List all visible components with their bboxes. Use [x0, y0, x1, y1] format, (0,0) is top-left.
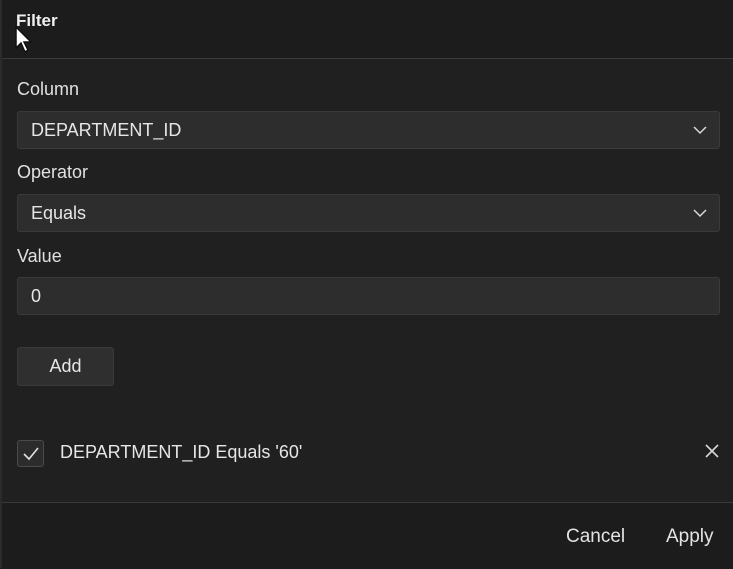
- filter-checkbox[interactable]: [17, 440, 44, 467]
- cursor-icon: [15, 26, 33, 54]
- check-icon: [23, 447, 39, 461]
- operator-select[interactable]: Equals: [17, 194, 720, 232]
- apply-button[interactable]: Apply: [666, 526, 714, 548]
- operator-select-value: Equals: [31, 203, 87, 223]
- value-label: Value: [17, 246, 62, 266]
- column-label: Column: [17, 79, 80, 99]
- column-select[interactable]: DEPARTMENT_ID: [17, 111, 720, 149]
- value-input[interactable]: 0: [17, 277, 720, 315]
- dialog-header: Filter: [2, 0, 733, 59]
- filter-dialog: Filter Column DEPARTMENT_ID Operator Equ…: [0, 0, 733, 569]
- dialog-footer: Cancel Apply: [2, 502, 733, 569]
- value-input-text: 0: [31, 286, 42, 306]
- column-select-value: DEPARTMENT_ID: [31, 120, 182, 140]
- operator-label: Operator: [17, 162, 89, 182]
- chevron-down-icon: [693, 126, 707, 135]
- chevron-down-icon: [693, 209, 707, 218]
- filter-item-text: DEPARTMENT_ID Equals '60': [60, 442, 303, 462]
- close-icon[interactable]: [705, 444, 719, 458]
- add-button[interactable]: Add: [17, 347, 114, 386]
- cancel-button[interactable]: Cancel: [566, 526, 625, 548]
- filter-list-item: DEPARTMENT_ID Equals '60': [17, 439, 722, 469]
